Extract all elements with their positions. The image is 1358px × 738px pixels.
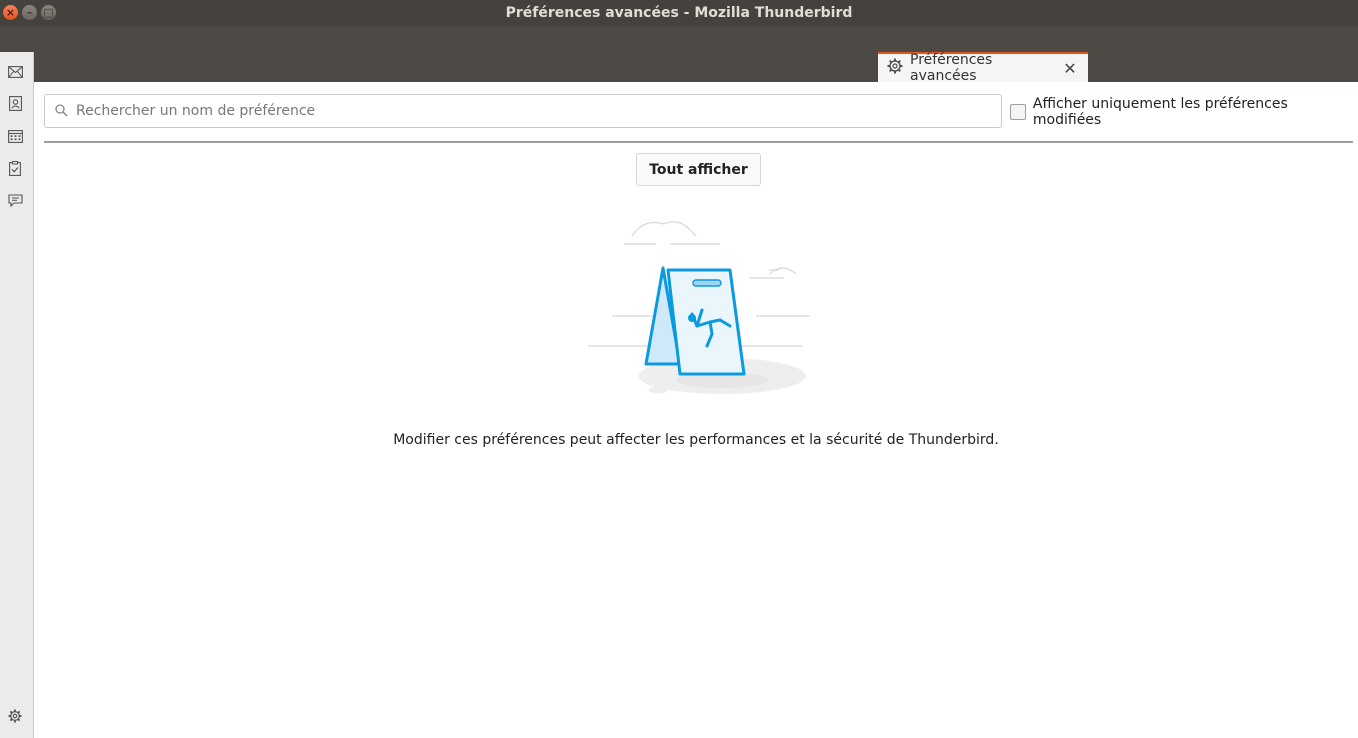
warning-message: Modifier ces préférences peut affecter l…	[393, 432, 999, 448]
modified-only-label[interactable]: Afficher uniquement les préférences modi…	[1033, 96, 1358, 128]
show-all-button[interactable]: Tout afficher	[636, 153, 761, 186]
close-icon[interactable]: ✕	[1060, 59, 1080, 78]
caution-sign-illustration	[584, 214, 824, 404]
tasks-icon[interactable]	[7, 160, 23, 176]
tab-advanced-preferences[interactable]: Préférences avancées ✕	[878, 52, 1088, 84]
search-input[interactable]	[76, 103, 976, 119]
envelope-icon[interactable]	[7, 64, 23, 80]
window-controls: × – □	[3, 5, 56, 20]
gear-icon[interactable]	[7, 708, 23, 724]
tab-label: Préférences avancées	[910, 52, 993, 84]
search-icon	[55, 102, 68, 121]
window-close-button[interactable]: ×	[3, 5, 18, 20]
calendar-icon[interactable]	[7, 128, 23, 144]
window-title: Préférences avancées - Mozilla Thunderbi…	[505, 5, 853, 21]
window-maximize-button[interactable]: □	[41, 5, 56, 20]
about-config-page: Afficher uniquement les préférences modi…	[34, 82, 1358, 738]
chat-icon[interactable]	[7, 193, 23, 209]
gear-icon	[887, 58, 903, 78]
window-minimize-button[interactable]: –	[22, 5, 37, 20]
window-titlebar: × – □ Préférences avancées - Mozilla Thu…	[0, 0, 1358, 26]
tab-bar: Préférences avancées ✕	[0, 26, 1358, 84]
modified-only-filter[interactable]: Afficher uniquement les préférences modi…	[1010, 96, 1358, 128]
modified-only-checkbox[interactable]	[1010, 104, 1026, 120]
spaces-sidebar	[0, 52, 34, 738]
address-book-icon[interactable]	[7, 95, 23, 111]
divider	[44, 141, 1353, 143]
search-field[interactable]	[44, 94, 1002, 128]
